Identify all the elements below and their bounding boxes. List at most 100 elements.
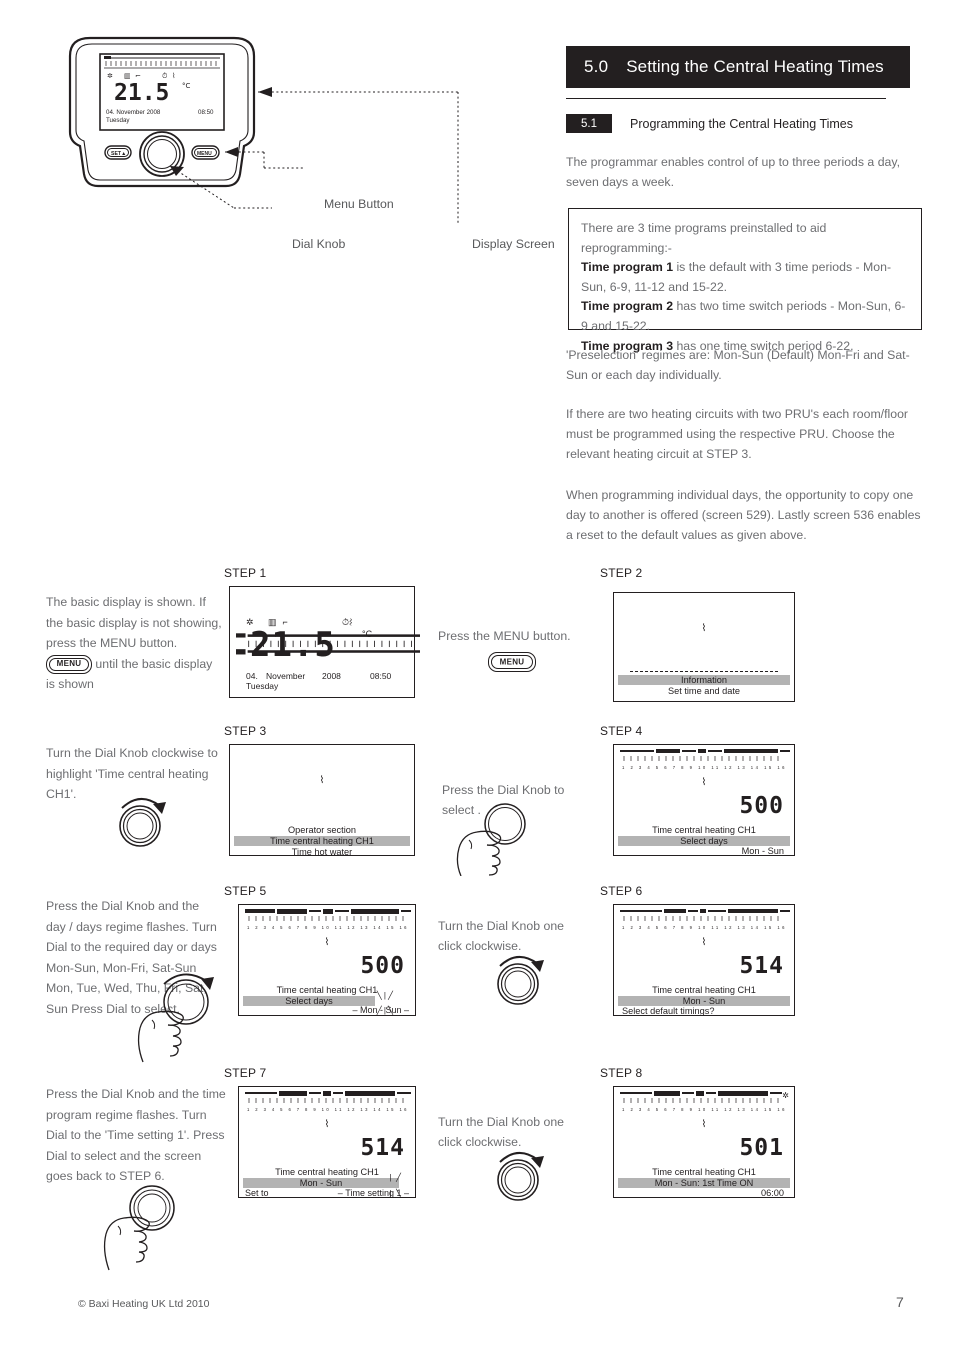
subsection-header: 5.1 Programming the Central Heating Time… [566,114,853,133]
step-7-line-days: Mon - Sun [243,1178,399,1188]
step-5-title: STEP 5 [224,884,267,898]
svg-text:1 2 3 4 5 6 7 8 9 10 11 12 13: 1 2 3 4 5 6 7 8 9 10 11 12 13 14 15 16 1… [247,925,411,930]
step-1-date-day: 04. [246,671,258,681]
svg-text:1 2 3 4 5 6 7 8 9 10 11 12 13: 1 2 3 4 5 6 7 8 9 10 11 12 13 14 15 16 1… [622,925,790,930]
dial-knob-clockwise-icon-step8 [497,1152,544,1201]
step-7-signal-icon: ⌇ [324,1119,330,1130]
step-8-screen-code: 501 [739,1135,784,1161]
step-1-instruction: The basic display is shown. If the basic… [46,592,222,695]
svg-text:SET▲: SET▲ [111,151,126,157]
step-7-screen-code: 514 [360,1135,405,1161]
step-2-title: STEP 2 [600,566,643,580]
step-1-date-year: 2008 [322,671,341,681]
menu-button-inline-step1[interactable]: MENU [46,654,92,674]
step-6-signal-icon: ⌇ [701,937,707,948]
svg-text:1 2 3 4 5 6 7 8 9 10 11 12 13: 1 2 3 4 5 6 7 8 9 10 11 12 13 14 15 16 1… [622,1107,790,1112]
step-6-line-days: Mon - Sun [618,996,790,1006]
menu-button-inline-step1-label: MENU [56,659,82,668]
svg-text:°C: °C [182,82,191,90]
step-1-screen: ✲ ▥⌐ ⏱⌇ 21.5 °C 04. November 2008 08:50 … [229,586,420,698]
step-4-line-value: Mon - Sun [741,846,784,856]
step-3-signal-icon: ⌇ [319,775,325,786]
svg-text:1 2 3 4 5 6 7 8 9 10 11 12 13: 1 2 3 4 5 6 7 8 9 10 11 12 13 14 15 16 1… [622,765,790,770]
intro-paragraph: The programmar enables control of up to … [566,155,901,189]
step-8-signal-icon: ⌇ [701,1119,707,1130]
subsection-title: Programming the Central Heating Times [630,116,854,131]
hand-press-dial-icon-step7 [103,1185,175,1271]
step-8-line-title: Time central heating CH1 [652,1167,756,1177]
step-6-timebar: 1 2 3 4 5 6 7 8 9 10 11 12 13 14 15 16 1… [620,909,790,930]
step-1-clock-icons: ⏱⌇ [342,617,353,627]
step-5-signal-icon: ⌇ [324,937,330,948]
step-7-flash-marks-top: | ╱ [389,1173,401,1182]
dial-knob-clockwise-icon-step3 [119,798,166,847]
step-4-signal-icon: ⌇ [701,777,707,788]
step-3-menu-item-hot-water: Time hot water [291,847,353,857]
pru-paragraph: If there are two heating circuits with t… [566,407,909,461]
step-3-title: STEP 3 [224,724,267,738]
step-3-screen: ⌇ Operator section Time central heating … [229,744,415,857]
hand-turn-dial-icon-step5 [137,973,214,1063]
step-7-instruction: Press the Dial Knob and the time program… [46,1087,226,1183]
svg-text:08:50: 08:50 [198,109,214,116]
step-5-screen: 1 2 3 4 5 6 7 8 9 10 11 12 13 14 15 16 1… [238,904,416,1016]
menu-button-drawing: MENU [191,145,220,160]
set-button-drawing: SET▲ [104,145,132,160]
callout-item-1: Time program 1 is the default with 3 tim… [581,258,909,297]
step-5-flash-marks-top: ╲ | ╱ [376,991,393,1000]
step-1-title: STEP 1 [224,566,267,580]
step-8-line-time-value: 06:00 [761,1188,784,1198]
header-divider-rule [566,98,886,99]
step-1-weekday: Tuesday [246,681,279,691]
copy-day-paragraph: When programming individual days, the op… [566,488,921,542]
callout-item-2: Time program 2 has two time switch perio… [581,297,909,336]
callout-menu-button: Menu Button [324,197,394,211]
step-1-temperature: 21.5 [250,625,336,665]
step-1-time: 08:50 [370,671,392,681]
step-2-dashed-rule [630,671,778,672]
section-header-banner: 5.0 Setting the Central Heating Times [566,46,910,88]
device-illustration: ✲ ▥ ⌐ ⏱ ⌇ 21.5 °C 04. November 2008 08:5… [58,34,555,251]
step-2-menu-item-information: Information [618,675,790,685]
step-1-temp-unit: °C [362,629,373,639]
step-7-line-set-to-label: Set to [245,1188,269,1198]
step-2-signal-icon: ⌇ [701,623,707,634]
svg-text:⌐: ⌐ [135,72,141,80]
callout-lead: There are 3 time programs preinstalled t… [581,221,827,255]
step-8-title: STEP 8 [600,1066,643,1080]
section-title: Setting the Central Heating Times [626,57,884,76]
menu-button-step2[interactable]: MENU [488,652,536,672]
step-6-screen: 1 2 3 4 5 6 7 8 9 10 11 12 13 14 15 16 1… [613,904,795,1016]
step-5-timebar: 1 2 3 4 5 6 7 8 9 10 11 12 13 14 15 16 1… [245,909,411,930]
step-8-sun-icon: ✲ [782,1091,789,1100]
step-3-menu-item-operator: Operator section [288,825,356,835]
svg-text:⏱: ⏱ [162,72,168,80]
programmer-unit-drawing: ✲ ▥ ⌐ ⏱ ⌇ 21.5 °C 04. November 2008 08:5… [68,36,459,224]
svg-text:✲: ✲ [107,72,113,80]
time-programs-callout-box: There are 3 time programs preinstalled t… [568,208,922,353]
hand-press-dial-icon-step4 [456,803,526,876]
step-4-screen: 1 2 3 4 5 6 7 8 9 10 11 12 13 14 15 16 1… [613,744,795,856]
preselection-paragraph: 'Preselection' regimes are: Mon-Sun (Def… [566,348,910,382]
subsection-number: 5.1 [566,114,612,133]
svg-text:MENU: MENU [197,151,212,157]
callout-item-2-bold: Time program 2 [581,299,674,314]
step-7-title: STEP 7 [224,1066,267,1080]
step-1-date-month: November [266,671,306,681]
callout-item-1-bold: Time program 1 [581,260,674,275]
step-2-instruction: Press the MENU button. [438,629,571,643]
step-6-screen-code: 514 [739,953,784,979]
svg-text:Tuesday: Tuesday [106,117,130,124]
step-7-screen: 1 2 3 4 5 6 7 8 9 10 11 12 13 14 15 16 1… [238,1086,416,1198]
step-8-line-time-on: Mon - Sun: 1st Time ON [618,1178,790,1188]
menu-button-step2-label: MENU [499,657,525,667]
step-2-screen: ⌇ Information Set time and date [613,592,795,702]
callout-dial-knob: Dial Knob [292,237,346,251]
step-4-line-title: Time central heating CH1 [652,825,756,835]
step-6-title: STEP 6 [600,884,643,898]
step-4-title: STEP 4 [600,724,643,738]
manual-page: ✲ ▥ ⌐ ⏱ ⌇ 21.5 °C 04. November 2008 08:5… [0,0,954,1350]
svg-text:21.5: 21.5 [114,80,169,106]
step-4-line-select-days: Select days [618,836,790,846]
step-2-menu-item-set-time: Set time and date [667,686,740,696]
